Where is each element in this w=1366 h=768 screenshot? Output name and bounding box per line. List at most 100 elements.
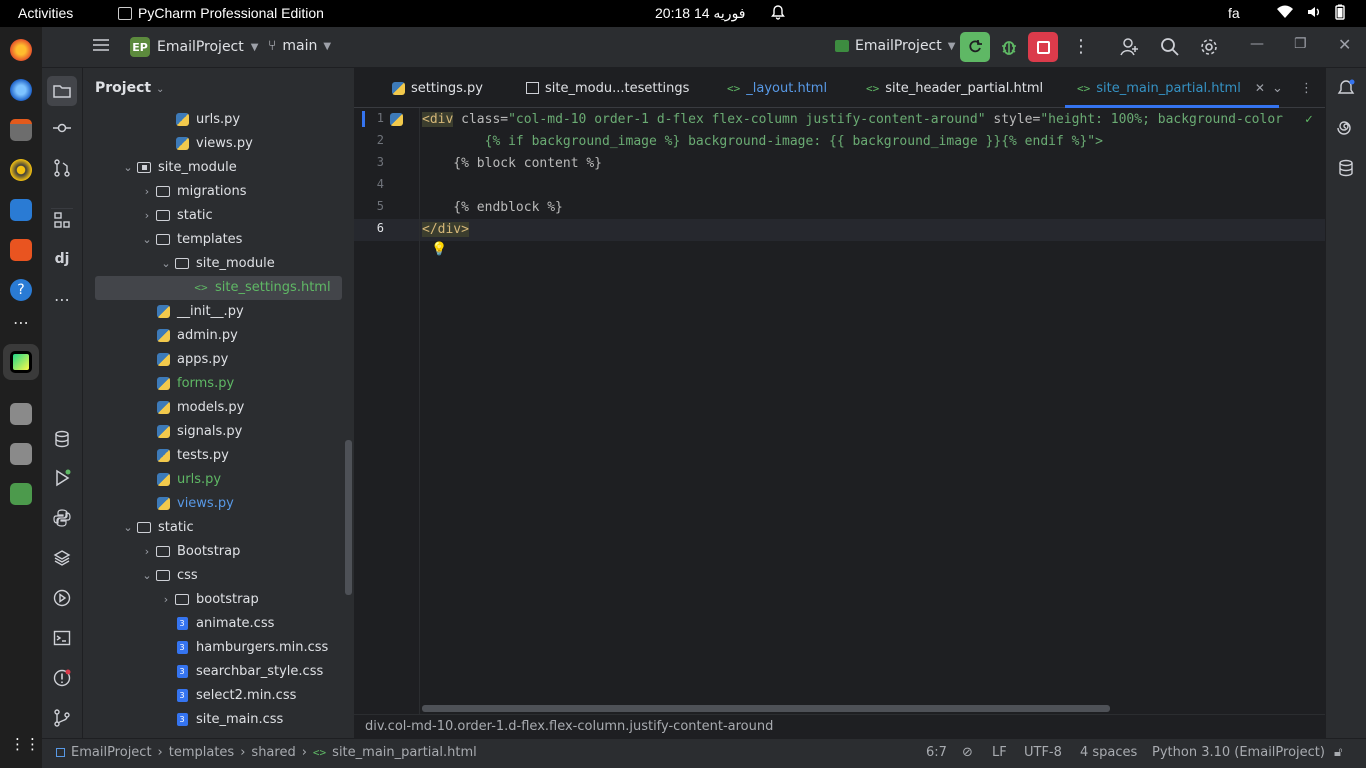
tree-item[interactable]: forms.py	[139, 371, 234, 395]
database-button[interactable]	[1335, 157, 1357, 179]
disk-icon-2[interactable]	[10, 403, 32, 425]
tree-item[interactable]: signals.py	[139, 419, 242, 443]
terminal-tool-button[interactable]	[51, 627, 73, 649]
tree-item[interactable]: 3 site_main.css	[158, 707, 283, 731]
ai-assistant-button[interactable]	[1335, 117, 1357, 139]
structure-tool-button[interactable]	[51, 208, 73, 230]
file-encoding[interactable]: UTF-8	[1024, 745, 1062, 760]
project-tree-scrollbar[interactable]	[345, 440, 352, 595]
tree-item[interactable]: tests.py	[139, 443, 229, 467]
editor-horizontal-scrollbar[interactable]	[422, 705, 1110, 712]
readonly-toggle-icon[interactable]: ⊘	[962, 745, 973, 760]
project-tool-button[interactable]	[47, 76, 77, 106]
debug-button[interactable]	[999, 36, 1019, 56]
add-user-button[interactable]	[1120, 37, 1140, 57]
run-config-selector[interactable]: EmailProject ▼	[835, 38, 955, 54]
tree-item[interactable]: › bootstrap	[158, 587, 259, 611]
notifications-button[interactable]	[1335, 77, 1357, 99]
chevron-down-icon[interactable]: ⌄	[158, 257, 174, 270]
dj-tool-button[interactable]: dj	[51, 248, 73, 270]
tab-site-main-partial[interactable]: <> site_main_partial.html ✕	[1065, 68, 1279, 108]
path-segment[interactable]: site_main_partial.html	[332, 745, 477, 760]
tree-item[interactable]: __init__.py	[139, 299, 244, 323]
minimize-button[interactable]: —	[1250, 36, 1264, 52]
path-segment[interactable]: templates	[169, 745, 234, 760]
trash-icon[interactable]	[10, 483, 32, 505]
tab-settings-py[interactable]: settings.py	[392, 68, 483, 108]
tree-item[interactable]: apps.py	[139, 347, 228, 371]
tree-item[interactable]: › migrations	[139, 179, 247, 203]
pull-requests-button[interactable]	[51, 157, 73, 179]
close-tab-icon[interactable]: ✕	[1255, 81, 1265, 95]
tree-item[interactable]: urls.py	[139, 467, 221, 491]
python-console-button[interactable]	[51, 507, 73, 529]
tree-item[interactable]: models.py	[139, 395, 244, 419]
firefox-icon[interactable]	[10, 39, 32, 61]
python-packages-button[interactable]	[51, 547, 73, 569]
stop-button[interactable]	[1028, 32, 1058, 62]
tree-item[interactable]: ⌄ site_module	[120, 155, 236, 179]
code-editor[interactable]: <div class="col-md-10 order-1 d-flex fle…	[422, 108, 1322, 714]
app-center-icon[interactable]	[10, 239, 32, 261]
tree-item[interactable]: ⌄ css	[139, 563, 197, 587]
project-panel-header[interactable]: Project ⌄	[95, 80, 164, 96]
status-path[interactable]: EmailProject › templates › shared › <> s…	[56, 745, 477, 760]
tabs-overflow-button[interactable]: ⌄	[1272, 68, 1283, 108]
chevron-right-icon[interactable]: ›	[139, 209, 155, 222]
more-apps-icon[interactable]: ⋯	[10, 315, 32, 337]
writer-icon[interactable]	[10, 199, 32, 221]
restore-button[interactable]: ❐	[1294, 36, 1307, 52]
more-actions-button[interactable]: ⋮	[1072, 36, 1090, 57]
path-segment[interactable]: EmailProject	[71, 745, 152, 760]
tree-item[interactable]: urls.py	[158, 107, 240, 131]
chevron-right-icon[interactable]: ›	[158, 593, 174, 606]
lightbulb-icon[interactable]: 💡	[431, 242, 447, 257]
settings-button[interactable]	[1199, 37, 1219, 57]
help-icon[interactable]: ?	[10, 279, 32, 301]
tree-item[interactable]: views.py	[158, 131, 253, 155]
chevron-right-icon[interactable]: ›	[139, 185, 155, 198]
tree-item[interactable]: 3 hamburgers.min.css	[158, 635, 328, 659]
chevron-down-icon[interactable]: ⌄	[120, 161, 136, 174]
notification-bell-icon[interactable]	[770, 4, 786, 23]
inspection-ok-icon[interactable]: ✓	[1305, 112, 1313, 127]
rerun-button[interactable]	[960, 32, 990, 62]
path-segment[interactable]: shared	[251, 745, 295, 760]
tree-item[interactable]: admin.py	[139, 323, 238, 347]
branch-selector[interactable]: ⑂ main ▼	[268, 38, 331, 54]
tree-item[interactable]: ⌄ static	[120, 515, 193, 539]
tree-item[interactable]: views.py	[139, 491, 234, 515]
chevron-down-icon[interactable]: ⌄	[139, 233, 155, 246]
input-language-indicator[interactable]: fa	[1228, 5, 1240, 21]
tree-item[interactable]: ⌄ site_module	[158, 251, 274, 275]
more-tools-button[interactable]: ⋯	[51, 288, 73, 310]
clock[interactable]: 20:18 فوریه 14	[655, 5, 746, 22]
show-apps-icon[interactable]: ⋮⋮	[10, 733, 40, 755]
tree-item[interactable]: 3 select2.min.css	[158, 683, 296, 707]
tabs-more-button[interactable]: ⋮	[1300, 68, 1313, 108]
problems-tool-button[interactable]	[51, 667, 73, 689]
database-tool-button[interactable]	[51, 428, 73, 450]
app-menu[interactable]: PyCharm Professional Edition	[118, 5, 324, 21]
project-selector[interactable]: EP EmailProject ▼	[130, 37, 258, 57]
rhythmbox-icon[interactable]	[10, 159, 32, 181]
tree-item[interactable]: ⌄ templates	[139, 227, 242, 251]
git-tool-button[interactable]	[51, 707, 73, 729]
tab-site-header-partial[interactable]: <> site_header_partial.html	[866, 68, 1043, 108]
disk-icon-3[interactable]	[10, 443, 32, 465]
pycharm-dock-icon[interactable]	[10, 351, 32, 373]
tree-item[interactable]: 3 animate.css	[158, 611, 274, 635]
close-window-button[interactable]: ✕	[1338, 35, 1351, 54]
tree-item[interactable]: › static	[139, 203, 213, 227]
tree-item[interactable]: <> site_settings.html	[177, 275, 330, 299]
run-tool-button[interactable]	[51, 467, 73, 489]
tab-site-module-sitesettings[interactable]: site_modu...tesettings	[526, 68, 689, 108]
files-icon[interactable]	[10, 119, 32, 141]
services-tool-button[interactable]	[51, 587, 73, 609]
chevron-right-icon[interactable]: ›	[139, 545, 155, 558]
editor-breadcrumb[interactable]: div.col-md-10.order-1.d-flex.flex-column…	[354, 714, 1325, 738]
commit-tool-button[interactable]	[51, 117, 73, 139]
chevron-down-icon[interactable]: ⌄	[120, 521, 136, 534]
cursor-position[interactable]: 6:7	[926, 745, 947, 760]
tree-item[interactable]: › Bootstrap	[139, 539, 241, 563]
